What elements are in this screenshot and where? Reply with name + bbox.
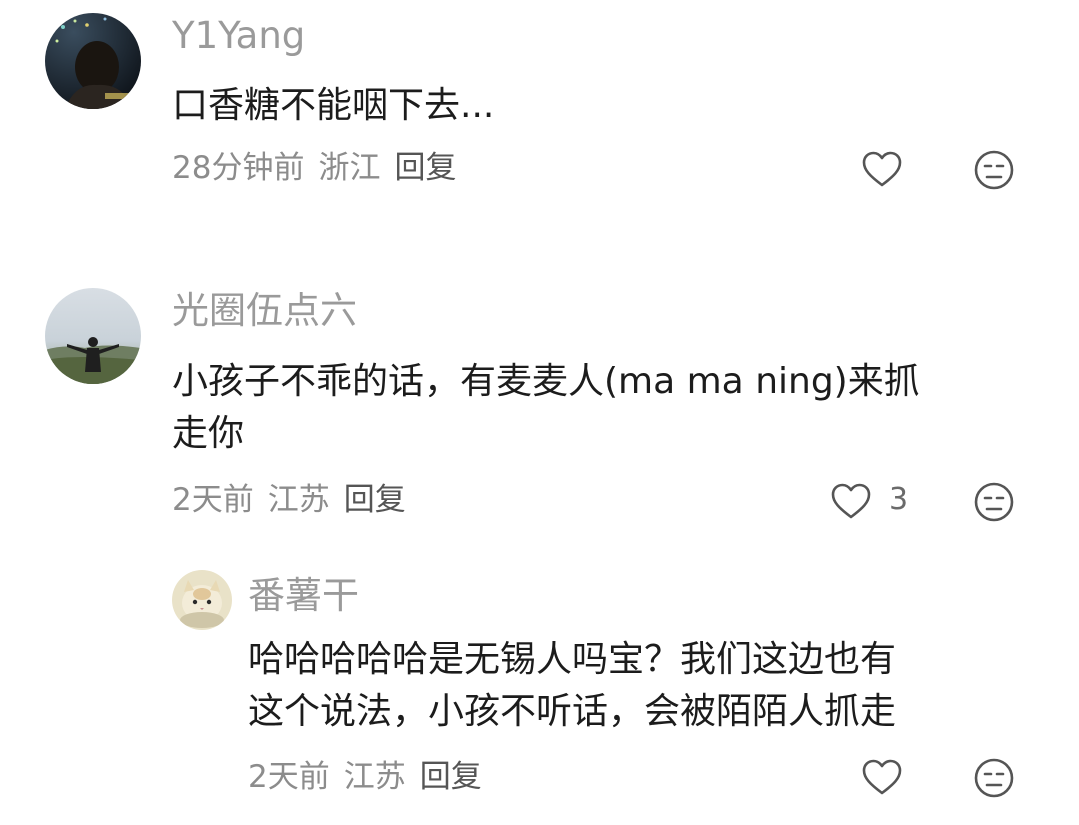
reply-text-line: 哈哈哈哈哈是无锡人吗宝？我们这边也有 bbox=[248, 639, 897, 680]
reply-text-line: 这个说法，小孩不听话，会被陌陌人抓走 bbox=[248, 691, 897, 732]
reply-location: 江苏 bbox=[343, 759, 406, 795]
reply-item: 番薯干 哈哈哈哈哈是无锡人吗宝？我们这边也有 这个说法，小孩不听话，会被陌陌人抓… bbox=[0, 0, 1079, 825]
like-button[interactable] bbox=[860, 756, 904, 800]
heart-outline-icon bbox=[862, 759, 902, 795]
reply-time: 2天前 bbox=[248, 759, 330, 795]
reply-username[interactable]: 番薯干 bbox=[248, 574, 359, 618]
dislike-button[interactable] bbox=[972, 756, 1016, 800]
reply-button[interactable]: 回复 bbox=[420, 759, 482, 795]
reply-meta: 2天前 江苏 回复 bbox=[248, 757, 482, 797]
avatar[interactable] bbox=[172, 570, 232, 630]
avatar-image bbox=[172, 570, 232, 630]
reply-text: 哈哈哈哈哈是无锡人吗宝？我们这边也有 这个说法，小孩不听话，会被陌陌人抓走 bbox=[248, 634, 896, 738]
unamused-face-icon bbox=[974, 758, 1014, 798]
